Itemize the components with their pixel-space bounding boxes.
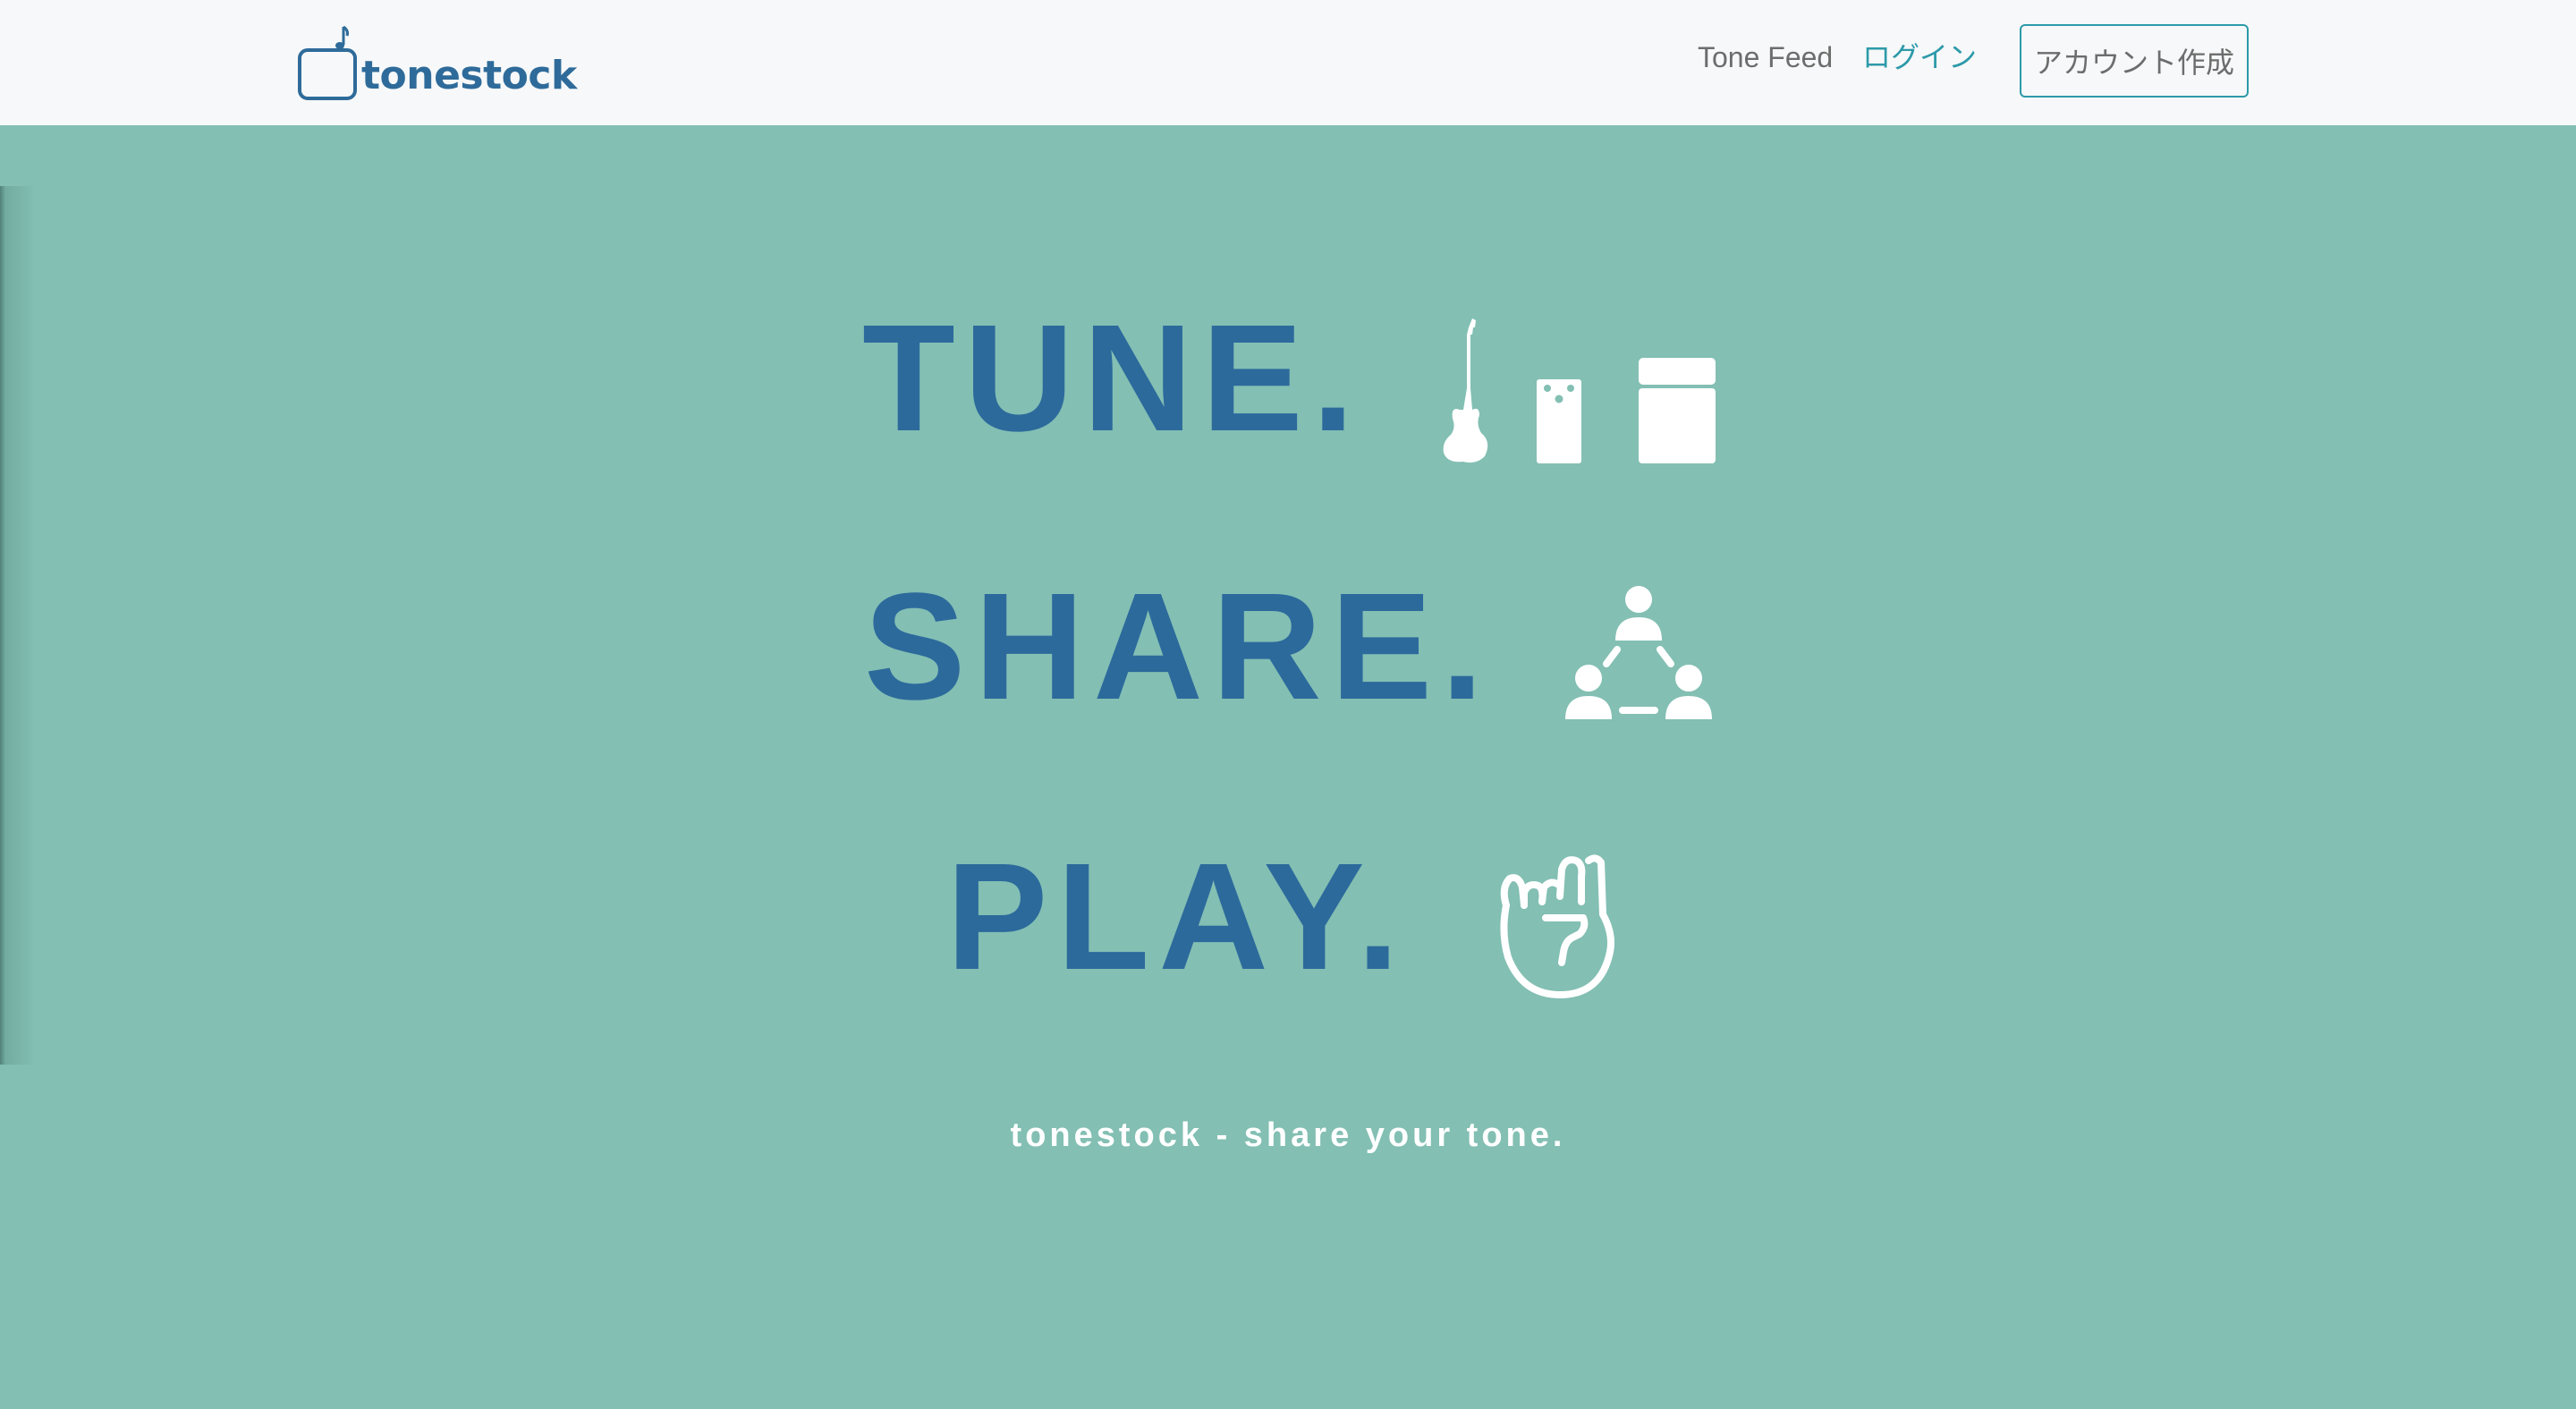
- guitar-icon: [1443, 318, 1488, 463]
- hero-tagline: tonestock - share your tone.: [1010, 1116, 1566, 1154]
- top-navbar: tonestock Tone Feed ログイン アカウント作成: [0, 0, 2576, 125]
- pedal-icon: [1537, 379, 1581, 463]
- hero-word-tune: TUNE.: [862, 293, 1363, 463]
- hero-word-share: SHARE.: [864, 562, 1493, 732]
- signup-button[interactable]: アカウント作成: [2020, 24, 2249, 98]
- rock-hand-icon: [1500, 854, 1614, 998]
- tonestock-logo-icon: [298, 25, 357, 100]
- left-edge-shadow: [0, 186, 36, 1065]
- hero-word-play: PLAY.: [946, 832, 1409, 1002]
- hero-section: TUNE. SHARE. PLAY. tonestock - share you…: [0, 125, 2576, 1409]
- nav-tone-feed-link[interactable]: Tone Feed: [1698, 39, 1833, 75]
- brand-logo-link[interactable]: tonestock: [297, 18, 577, 102]
- brand-name: tonestock: [361, 53, 577, 98]
- amp-icon: [1639, 358, 1716, 463]
- share-network-icon: [1565, 586, 1712, 719]
- nav-login-link[interactable]: ログイン: [1862, 39, 1977, 75]
